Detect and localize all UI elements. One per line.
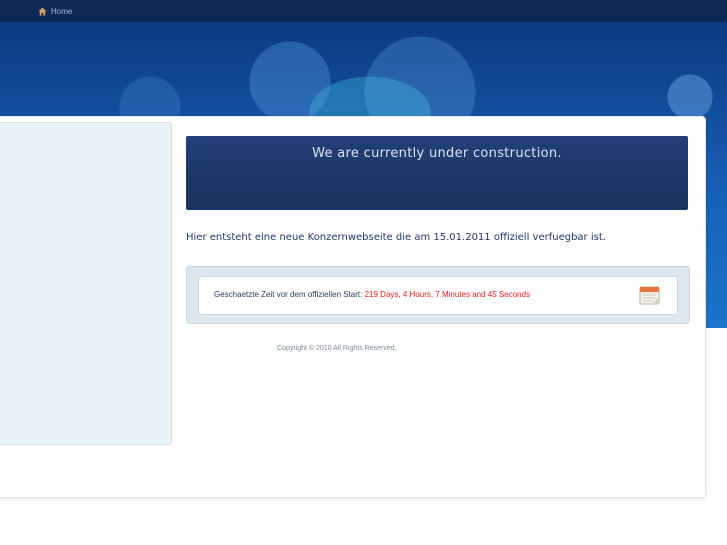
top-nav-bar: Home — [0, 0, 727, 22]
sidebar-panel — [0, 122, 172, 445]
countdown-panel: Geschaetzte Zeit vor dem offiziellen Sta… — [198, 276, 678, 315]
home-link[interactable]: Home — [38, 5, 72, 17]
copyright-text: Copyright © 2010 All Rights Reserved. — [277, 345, 397, 352]
construction-banner: We are currently under construction. — [186, 136, 688, 210]
countdown-value: 219 Days, 4 Hours, 7 Minutes and 45 Seco… — [364, 290, 531, 299]
countdown-box: Geschaetzte Zeit vor dem offiziellen Sta… — [186, 266, 690, 324]
home-link-label: Home — [51, 6, 73, 16]
countdown-text: Geschaetzte Zeit vor dem offiziellen Sta… — [214, 290, 530, 299]
page-title: We are currently under construction. — [312, 146, 562, 161]
calendar-icon — [639, 284, 661, 306]
intro-text: Hier entsteht eine neue Konzernwebseite … — [186, 232, 606, 243]
home-icon — [38, 7, 47, 16]
countdown-label: Geschaetzte Zeit vor dem offiziellen Sta… — [214, 290, 363, 299]
